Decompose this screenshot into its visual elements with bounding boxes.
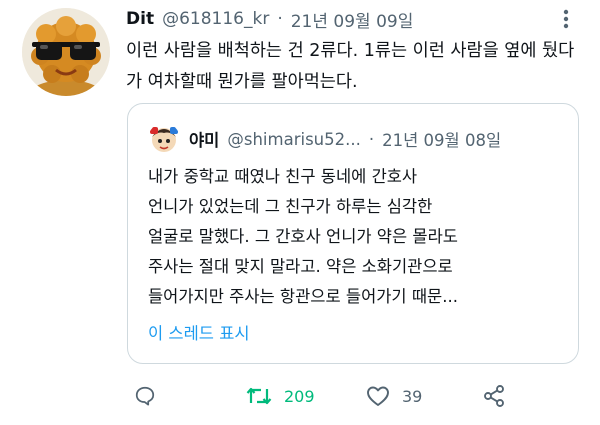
- quoted-tweet-text: 내가 중학교 때였나 친구 동네에 간호사 언니가 있었는데 그 친구가 하루는…: [148, 162, 568, 312]
- tweet-actions: 209 39: [126, 376, 526, 416]
- more-vertical-icon: [563, 9, 569, 29]
- quoted-text-line: 얼굴로 말했다. 그 간호사 언니가 약은 몰라도: [148, 227, 458, 246]
- quoted-text-line: 들어가지만 주사는 항관으로 들어가기 때문...: [148, 287, 458, 306]
- display-name[interactable]: Dit: [126, 9, 154, 29]
- heart-icon: [367, 386, 389, 406]
- avatar[interactable]: [22, 8, 110, 96]
- sunglasses-toy-avatar-icon: [22, 8, 110, 96]
- quoted-avatar[interactable]: [148, 123, 180, 155]
- quoted-text-line: 내가 중학교 때였나 친구 동네에 간호사: [148, 167, 418, 186]
- show-thread-link[interactable]: 이 스레드 표시: [148, 320, 250, 344]
- quoted-tweet[interactable]: 야미 @shimarisu52... · 21년 09월 08일 내가 중학교 …: [127, 103, 579, 364]
- share-button[interactable]: [482, 376, 506, 416]
- cartoon-character-avatar-icon: [148, 123, 180, 155]
- separator-dot: ·: [277, 9, 283, 29]
- tweet-text: 이런 사람을 배척하는 건 2류다. 1류는 이런 사람을 옆에 뒀다가 여차할…: [126, 41, 575, 92]
- quoted-user-handle[interactable]: @shimarisu52...: [227, 130, 360, 149]
- share-icon: [484, 385, 504, 407]
- reply-icon: [135, 386, 155, 406]
- quoted-display-name[interactable]: 야미: [189, 127, 219, 151]
- more-options-button[interactable]: [554, 8, 578, 30]
- like-button[interactable]: 39: [366, 376, 422, 416]
- tweet-date[interactable]: 21년 09월 09일: [291, 7, 414, 32]
- quoted-separator-dot: ·: [368, 129, 375, 149]
- retweet-button[interactable]: 209: [246, 376, 315, 416]
- retweet-count: 209: [284, 386, 315, 406]
- quoted-text-line: 언니가 있었는데 그 친구가 하루는 심각한: [148, 197, 433, 216]
- retweet-icon: [246, 387, 272, 405]
- like-count: 39: [402, 386, 423, 406]
- reply-button[interactable]: [134, 376, 156, 416]
- user-handle[interactable]: @618116_kr: [162, 9, 269, 29]
- quoted-date[interactable]: 21년 09월 08일: [382, 127, 501, 151]
- tweet-header: Dit @618116_kr · 21년 09월 09일: [126, 6, 578, 32]
- quoted-text-line: 주사는 절대 맞지 말라고. 약은 소화기관으로: [148, 257, 453, 276]
- quoted-tweet-header: 야미 @shimarisu52... · 21년 09월 08일: [148, 122, 501, 156]
